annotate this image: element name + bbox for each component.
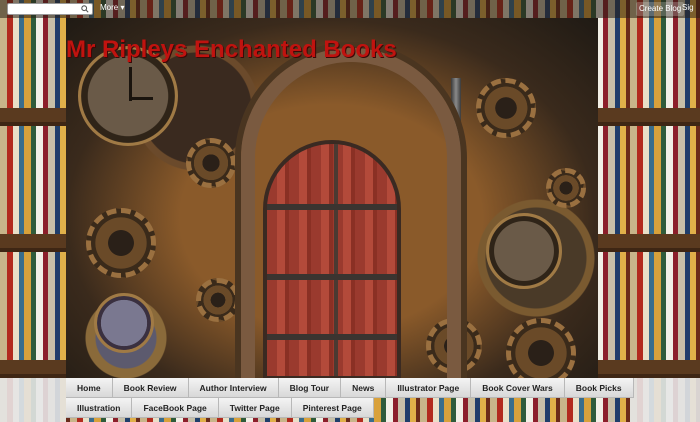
page-strip-left: [0, 378, 66, 422]
gear-decoration: [196, 278, 240, 322]
clock-decoration: [486, 213, 562, 289]
door-hinge: [267, 204, 397, 210]
door-hinge: [267, 334, 397, 340]
gear-decoration: [476, 78, 536, 138]
blog-title[interactable]: Mr Ripleys Enchanted Books: [66, 36, 598, 64]
red-door: [263, 140, 401, 380]
tab-row-2: Illustration FaceBook Page Twitter Page …: [66, 398, 630, 418]
tab-twitter-page[interactable]: Twitter Page: [218, 398, 292, 418]
tab-row-1: Home Book Review Author Interview Blog T…: [66, 378, 634, 398]
sign-in-link[interactable]: Sig: [682, 3, 694, 12]
clock-decoration: [94, 293, 154, 353]
header-image[interactable]: Mr Ripleys Enchanted Books: [66, 18, 598, 380]
create-blog-link[interactable]: Create Blog: [636, 2, 685, 16]
gear-decoration: [186, 138, 236, 188]
clock-hand: [129, 97, 153, 100]
tab-illustration[interactable]: Illustration: [66, 398, 133, 418]
tab-book-picks[interactable]: Book Picks: [564, 378, 634, 398]
more-menu[interactable]: More ▾: [100, 3, 124, 12]
search-icon[interactable]: [80, 4, 90, 14]
gear-decoration: [546, 168, 586, 208]
tab-facebook-page[interactable]: FaceBook Page: [132, 398, 219, 418]
clock-hand: [129, 67, 132, 101]
blogger-navbar: More ▾ Create Blog Sig: [0, 0, 700, 18]
tab-pinterest-page[interactable]: Pinterest Page: [291, 398, 374, 418]
tab-book-cover-wars[interactable]: Book Cover Wars: [471, 378, 565, 398]
tab-illustrator-page[interactable]: Illustrator Page: [386, 378, 472, 398]
more-label: More: [100, 3, 119, 12]
page-tabs: Home Book Review Author Interview Blog T…: [66, 378, 634, 418]
tab-author-interview[interactable]: Author Interview: [188, 378, 279, 398]
gear-decoration: [86, 208, 156, 278]
tab-news[interactable]: News: [341, 378, 387, 398]
caret-down-icon: ▾: [120, 3, 125, 12]
door-seam: [334, 144, 338, 376]
tab-book-review[interactable]: Book Review: [112, 378, 189, 398]
tab-blog-tour[interactable]: Blog Tour: [278, 378, 342, 398]
tab-home[interactable]: Home: [66, 378, 113, 398]
door-hinge: [267, 274, 397, 280]
page-strip-right: [630, 378, 700, 422]
gear-decoration: [506, 318, 576, 380]
